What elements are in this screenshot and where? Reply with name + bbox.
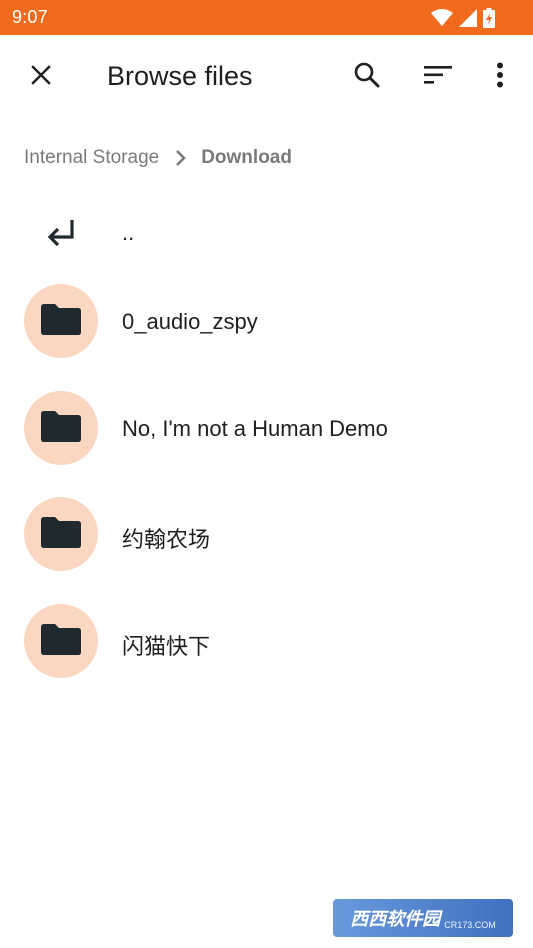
return-icon (24, 196, 98, 270)
more-vert-icon (496, 62, 504, 93)
battery-charging-icon (483, 8, 495, 28)
folder-name: 0_audio_zspy (122, 309, 258, 334)
wifi-icon (431, 9, 453, 27)
watermark-text: 西西软件园 (350, 909, 441, 929)
folder-icon (41, 410, 81, 447)
list-item[interactable]: 约翰农场 (0, 497, 533, 587)
chevron-right-icon (175, 149, 187, 167)
folder-avatar (24, 604, 98, 678)
watermark-logo: 西西软件园 CR173.COM (333, 899, 513, 937)
folder-icon (41, 623, 81, 660)
close-button[interactable] (17, 53, 65, 101)
search-icon (353, 61, 381, 94)
folder-name: 约翰农场 (122, 527, 211, 552)
sort-button[interactable] (414, 53, 462, 101)
folder-name: 闪猫快下 (122, 634, 211, 659)
signal-icon (459, 9, 477, 27)
breadcrumb-current: Download (201, 147, 292, 168)
folder-avatar (24, 497, 98, 571)
list-item[interactable]: 闪猫快下 (0, 604, 533, 694)
status-bar: 9:07 (0, 0, 533, 35)
folder-name: No, I'm not a Human Demo (122, 416, 388, 441)
folder-icon (41, 516, 81, 553)
list-item[interactable]: 0_audio_zspy (0, 284, 533, 374)
page-title: Browse files (107, 61, 253, 91)
more-options-button[interactable] (476, 53, 524, 101)
breadcrumb: Internal Storage Download (24, 143, 292, 173)
sort-icon (424, 65, 452, 90)
folder-avatar (24, 284, 98, 358)
app-bar: Browse files (0, 35, 533, 119)
parent-directory-row[interactable]: .. (0, 196, 533, 286)
status-icons (431, 8, 495, 28)
status-time: 9:07 (12, 7, 48, 27)
parent-directory-label: .. (122, 220, 135, 245)
breadcrumb-root[interactable]: Internal Storage (24, 147, 159, 169)
watermark-url: CR173.COM (444, 920, 496, 930)
search-button[interactable] (343, 53, 391, 101)
list-item[interactable]: No, I'm not a Human Demo (0, 391, 533, 481)
close-icon (29, 63, 53, 92)
folder-avatar (24, 391, 98, 465)
folder-icon (41, 303, 81, 340)
